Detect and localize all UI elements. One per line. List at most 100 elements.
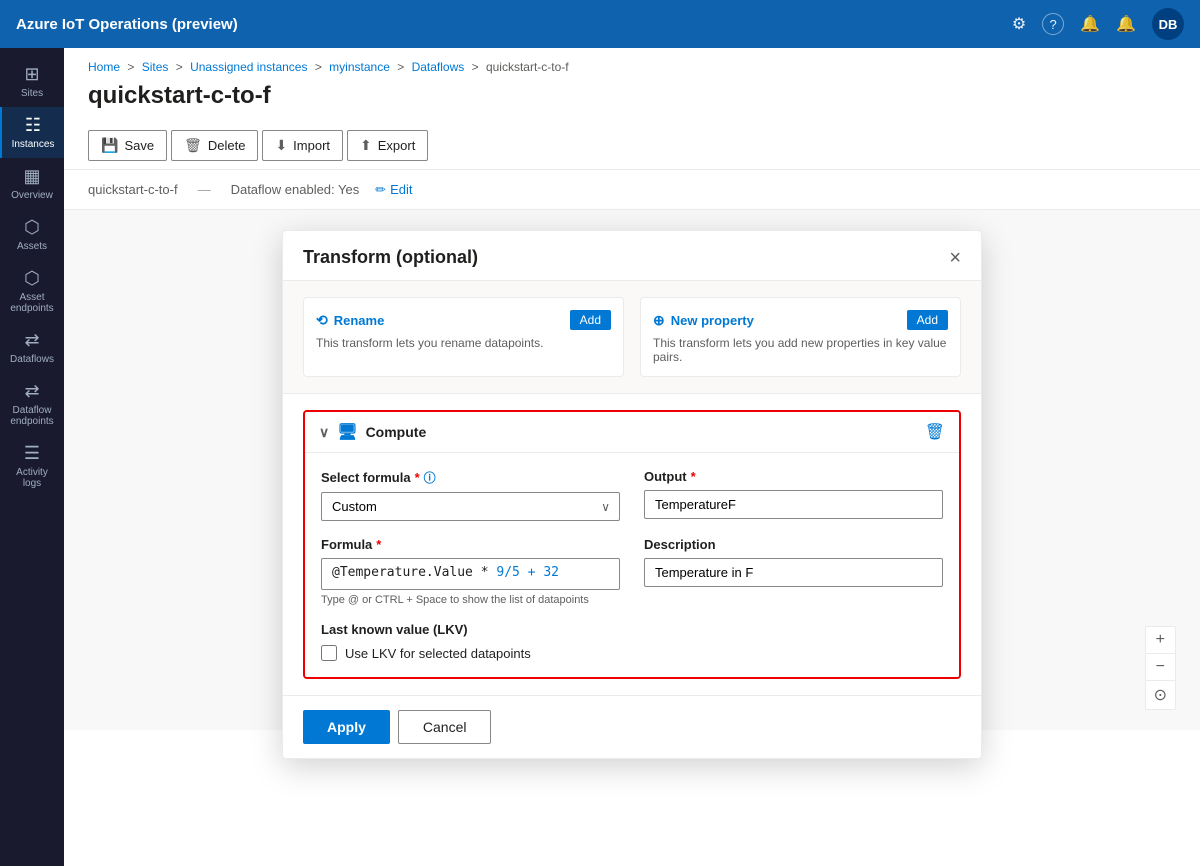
cancel-button[interactable]: Cancel	[398, 710, 492, 744]
output-input[interactable]	[644, 490, 943, 519]
breadcrumb: Home > Sites > Unassigned instances > my…	[64, 48, 1200, 78]
edit-label: Edit	[390, 182, 412, 197]
breadcrumb-home[interactable]: Home	[88, 60, 120, 74]
edit-pencil-icon: ✏	[375, 182, 386, 198]
new-property-card-title: ⊕ New property	[653, 312, 754, 329]
output-field: Output *	[644, 469, 943, 521]
select-formula-info-icon[interactable]: ⓘ	[424, 469, 436, 486]
breadcrumb-sep-4: >	[397, 60, 407, 74]
rename-card-title: ⟲ Rename	[316, 312, 384, 329]
dataflow-endpoints-icon: ⇄	[24, 381, 39, 402]
import-icon: ⬇	[275, 137, 287, 154]
rename-card-header: ⟲ Rename Add	[316, 310, 611, 330]
export-label: Export	[378, 138, 416, 153]
compute-body: Select formula * ⓘ Custom	[305, 453, 959, 677]
formula-select[interactable]: Custom	[321, 492, 620, 521]
activity-logs-icon: ☰	[24, 443, 40, 464]
formula-select-wrapper: Custom ∨	[321, 492, 620, 521]
sidebar-item-dataflows[interactable]: ⇄ Dataflows	[0, 322, 64, 373]
breadcrumb-dataflows[interactable]: Dataflows	[412, 60, 465, 74]
rename-description: This transform lets you rename datapoint…	[316, 336, 611, 350]
sidebar-item-label-activity-logs: Activitylogs	[16, 467, 48, 489]
apply-button[interactable]: Apply	[303, 710, 390, 744]
formula-label: Formula *	[321, 537, 620, 552]
breadcrumb-sep-2: >	[176, 60, 186, 74]
breadcrumb-sep-3: >	[315, 60, 325, 74]
delete-button[interactable]: 🗑 Delete	[171, 130, 258, 161]
description-field: Description	[644, 537, 943, 606]
help-icon[interactable]: ?	[1042, 13, 1064, 35]
asset-endpoints-icon: ⬡	[24, 268, 40, 289]
output-label: Output *	[644, 469, 943, 484]
compute-header-left: ∨ 🖥 Compute	[319, 422, 426, 442]
save-button[interactable]: 💾 Save	[88, 130, 167, 161]
import-button[interactable]: ⬇ Import	[262, 130, 343, 161]
page-title: quickstart-c-to-f	[64, 78, 1200, 122]
compute-collapse-chevron[interactable]: ∨	[319, 424, 329, 441]
delete-label: Delete	[208, 138, 246, 153]
sidebar-item-activity-logs[interactable]: ☰ Activitylogs	[0, 435, 64, 497]
compute-section: ∨ 🖥 Compute 🗑	[303, 410, 961, 679]
sidebar-item-label-instances: Instances	[12, 139, 55, 150]
compute-header: ∨ 🖥 Compute 🗑	[305, 412, 959, 453]
modal-header: Transform (optional) ×	[283, 231, 981, 281]
alert-icon[interactable]: 🔔	[1116, 14, 1136, 34]
settings-icon[interactable]: ⚙	[1012, 14, 1026, 34]
new-property-card: ⊕ New property Add This transform lets y…	[640, 297, 961, 377]
breadcrumb-sites[interactable]: Sites	[142, 60, 169, 74]
breadcrumb-sep-5: >	[472, 60, 482, 74]
description-label: Description	[644, 537, 943, 552]
sidebar-item-sites[interactable]: ⊞ Sites	[0, 56, 64, 107]
sidebar-item-label-sites: Sites	[21, 88, 43, 99]
edit-button[interactable]: ✏ Edit	[375, 182, 412, 198]
breadcrumb-sep-1: >	[127, 60, 137, 74]
toolbar: 💾 Save 🗑 Delete ⬇ Import ⬆ Export	[64, 122, 1200, 170]
export-button[interactable]: ⬆ Export	[347, 130, 428, 161]
modal-title: Transform (optional)	[303, 247, 478, 268]
sidebar-item-overview[interactable]: ▦ Overview	[0, 158, 64, 209]
sidebar-item-label-overview: Overview	[11, 190, 53, 201]
save-icon: 💾	[101, 137, 118, 154]
breadcrumb-unassigned-instances[interactable]: Unassigned instances	[190, 60, 307, 74]
compute-title: Compute	[366, 424, 427, 440]
zoom-controls: + − ⊙	[1145, 626, 1176, 710]
breadcrumb-current: quickstart-c-to-f	[486, 60, 569, 74]
formula-required: *	[376, 537, 381, 552]
notifications-icon[interactable]: 🔔	[1080, 14, 1100, 34]
breadcrumb-myinstance[interactable]: myinstance	[329, 60, 390, 74]
sidebar-item-instances[interactable]: ☷ Instances	[0, 107, 64, 158]
new-property-description: This transform lets you add new properti…	[653, 336, 948, 364]
description-input[interactable]	[644, 558, 943, 587]
lkv-checkbox[interactable]	[321, 645, 337, 661]
canvas-background: + − ⊙ Transform (optional) ×	[64, 210, 1200, 730]
transform-modal: Transform (optional) × ⟲ Rename	[282, 230, 982, 759]
zoom-in-button[interactable]: +	[1146, 627, 1175, 654]
delete-icon: 🗑	[184, 137, 202, 154]
form-row-formula-output: Select formula * ⓘ Custom	[321, 469, 943, 521]
sidebar-item-asset-endpoints[interactable]: ⬡ Assetendpoints	[0, 260, 64, 322]
formula-text-at: @Temperature.Value *	[332, 565, 496, 580]
formula-display[interactable]: @Temperature.Value * 9/5 + 32	[321, 558, 620, 590]
export-icon: ⬆	[360, 137, 372, 154]
dataflows-icon: ⇄	[24, 330, 39, 351]
modal-close-button[interactable]: ×	[949, 248, 961, 268]
new-property-add-button[interactable]: Add	[907, 310, 948, 330]
sidebar-item-label-dataflow-endpoints: Dataflowendpoints	[10, 405, 53, 427]
lkv-checkbox-label[interactable]: Use LKV for selected datapoints	[345, 646, 531, 661]
sidebar-item-label-asset-endpoints: Assetendpoints	[10, 292, 53, 314]
main-layout: ⊞ Sites ☷ Instances ▦ Overview ⬡ Assets …	[0, 48, 1200, 866]
zoom-out-button[interactable]: −	[1146, 654, 1175, 681]
sidebar-item-dataflow-endpoints[interactable]: ⇄ Dataflowendpoints	[0, 373, 64, 435]
rename-add-button[interactable]: Add	[570, 310, 611, 330]
select-formula-required: *	[415, 470, 420, 485]
topbar: Azure IoT Operations (preview) ⚙ ? 🔔 🔔 D…	[0, 0, 1200, 48]
import-label: Import	[293, 138, 330, 153]
tab-bar: quickstart-c-to-f — Dataflow enabled: Ye…	[64, 170, 1200, 210]
zoom-reset-button[interactable]: ⊙	[1146, 681, 1175, 709]
sidebar-item-assets[interactable]: ⬡ Assets	[0, 209, 64, 260]
compute-delete-icon[interactable]: 🗑	[925, 422, 945, 442]
modal-footer: Apply Cancel	[283, 695, 981, 758]
lkv-section: Last known value (LKV) Use LKV for selec…	[321, 622, 943, 661]
avatar[interactable]: DB	[1152, 8, 1184, 40]
sidebar-item-label-dataflows: Dataflows	[10, 354, 54, 365]
